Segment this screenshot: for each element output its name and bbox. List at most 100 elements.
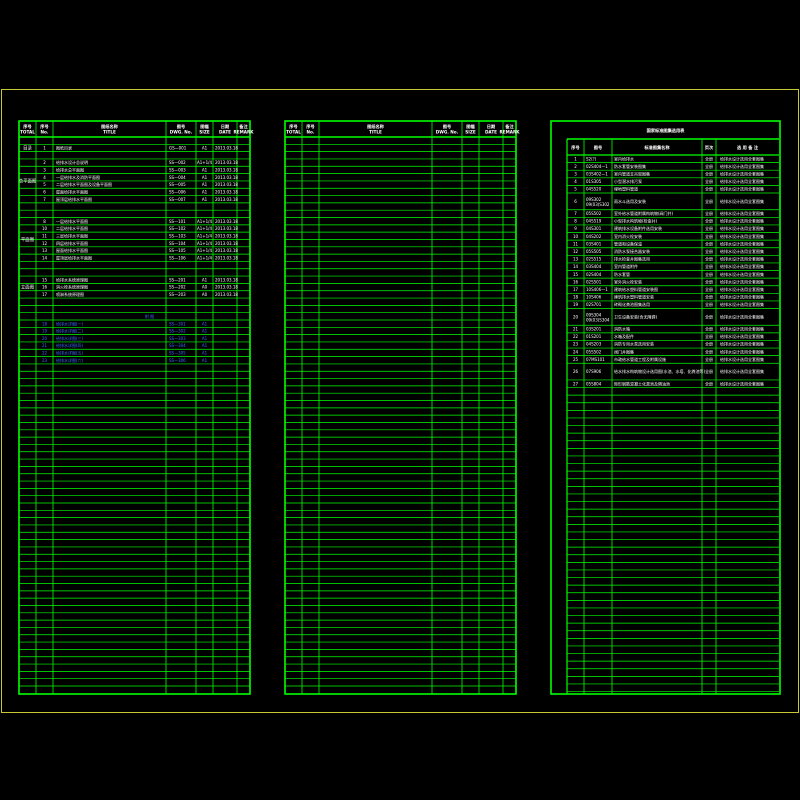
drawing-title: 给排水系统原理图	[56, 276, 88, 282]
atlas-page: 全册	[705, 163, 713, 169]
atlas-name: 市政给水管道工程及附属设施	[614, 356, 666, 362]
header-sublabel: DATE	[485, 130, 497, 135]
atlas-page: 全册	[705, 210, 713, 216]
atlas-note: 给排水设计选用全套图集	[720, 313, 764, 319]
atlas-row-number: 22	[573, 334, 579, 339]
drawing-date: 2013.03.18	[215, 219, 238, 224]
drawing-number: SS—101	[169, 219, 186, 224]
atlas-note: 给排水设计选用全套图集	[720, 240, 764, 246]
atlas-note: 给排水设计选用全套图集	[720, 163, 764, 169]
appendix-row-number: 18	[42, 321, 48, 326]
atlas-page: 全册	[705, 301, 713, 307]
appendix-size: A1	[202, 358, 208, 363]
drawing-date: 2013.03.18	[215, 255, 238, 260]
row-number: 5	[43, 182, 46, 187]
atlas-row-number: 10	[573, 234, 579, 239]
atlas-note: 给排水设计选用全套图集	[720, 155, 764, 161]
standard-atlas-table: 国家标准图集选用表序号 图号 标准图集名称 页次选 用 备 注1 S2(?) 室内给排水全…	[550, 120, 781, 695]
atlas-name: 建筑给水塑料管道安装图	[614, 286, 658, 292]
drawing-title: 喷淋系统原理图	[56, 291, 84, 297]
header-sublabel: TITLE	[103, 130, 116, 135]
row-number: 3	[43, 168, 46, 173]
atlas-page: 全册	[705, 233, 713, 239]
row-number: 11	[42, 233, 48, 238]
atlas-note: 给排水设计选用全套图集	[720, 178, 764, 184]
header-sublabel: TOTAL	[286, 130, 301, 135]
drawing-size: A1+1/4	[197, 160, 213, 165]
atlas-page: 全册	[705, 348, 713, 354]
atlas-row-number: 23	[573, 342, 579, 347]
row-number: 1	[43, 146, 46, 151]
atlas-row-number: 16	[573, 279, 579, 284]
atlas-note: 给排水设计选用全套图集	[720, 301, 764, 307]
atlas-name: 建筑排水设备附件选用安装	[614, 225, 662, 231]
drawing-number: SS—203	[169, 292, 186, 297]
atlas-page: 全册	[705, 155, 713, 161]
atlas-row-number: 13	[573, 257, 579, 262]
appendix-row-number: 20	[42, 336, 48, 341]
atlas-row-number: 9	[574, 226, 577, 231]
appendix-row-number: 22	[42, 351, 48, 356]
drawing-number: SS—007	[169, 197, 186, 202]
appendix-size: A1	[202, 321, 208, 326]
atlas-page: 全册	[705, 263, 713, 269]
atlas-code: 07S906	[586, 369, 602, 374]
atlas-name: 阀门井图集	[614, 348, 634, 354]
drawing-title: 二层给排水平面图	[56, 225, 88, 231]
drawing-title: 三层给排水平面图	[56, 232, 88, 238]
atlas-row-number: 21	[573, 327, 579, 332]
drawing-number: GS—001	[169, 146, 187, 151]
atlas-row-number: 26	[573, 369, 579, 374]
atlas-row-number: 5	[574, 187, 577, 192]
atlas-code: 01S201	[586, 334, 602, 339]
drawing-number: SS—201	[169, 277, 186, 282]
atlas-note: 给排水设计选用全套图集	[720, 186, 764, 192]
atlas-name: 室内给排水	[614, 155, 634, 161]
group-label: 目录	[23, 144, 32, 151]
drawing-title: 给排水总平面图	[56, 167, 84, 173]
atlas-page: 全册	[705, 278, 713, 284]
atlas-page: 全册	[705, 256, 713, 262]
drawing-date: 2013.03.18	[215, 197, 238, 202]
drawing-date: 2013.03.18	[215, 182, 238, 187]
atlas-note: 给排水设计选用全套图集	[720, 198, 764, 204]
atlas-note: 给排水设计选用全套图集	[720, 294, 764, 300]
header-sublabel: SIZE	[199, 130, 210, 135]
drawing-canvas: 序号TOTAL序号No.图纸名称TITLE图号DWG. No.图幅SIZE日期D…	[18, 120, 781, 695]
atlas-row-number: 6	[574, 199, 577, 204]
atlas-note: 给排水设计选用全套图集	[720, 380, 764, 386]
header-sublabel: SIZE	[465, 130, 476, 135]
appendix-number: SS—303	[169, 336, 186, 341]
atlas-note: 给排水设计选用全套图集	[720, 278, 764, 284]
drawing-title: 一层给排水平面图	[56, 218, 88, 224]
atlas-code: 04S519	[586, 219, 602, 224]
atlas-row-number: 1	[574, 156, 577, 161]
header-label: 序号	[571, 144, 579, 151]
atlas-name: 建筑排水塑料管道安装	[614, 294, 654, 300]
drawing-size: A1	[202, 146, 208, 151]
row-number: 16	[42, 285, 48, 290]
row-number: 7	[43, 197, 46, 202]
atlas-code: 05S804	[586, 381, 602, 386]
appendix-title: 给排水详图(一)	[56, 320, 84, 326]
row-number: 8	[43, 219, 46, 224]
row-number: 12	[42, 241, 48, 246]
atlas-code: 09(03)S304	[586, 317, 610, 322]
atlas-note: 给排水设计选用全套图集	[720, 341, 764, 347]
atlas-name: 小型潜水排污泵	[614, 178, 642, 184]
atlas-page: 全册	[705, 171, 713, 177]
atlas-page: 全册	[705, 313, 713, 319]
atlas-row-number: 17	[573, 287, 579, 292]
atlas-row-number: 12	[573, 249, 579, 254]
drawing-date: 2013.03.18	[215, 160, 238, 165]
appendix-size: A1	[202, 336, 208, 341]
header-label: 标准图集名称	[643, 144, 670, 151]
atlas-name: 室外给水管道附属构筑物(阀门井)	[614, 210, 674, 216]
appendix-title: 给排水详图(三)	[56, 335, 84, 341]
atlas-page: 全册	[705, 240, 713, 246]
atlas-row-number: 27	[573, 381, 579, 386]
atlas-name: 防水套管安装图集	[614, 163, 646, 169]
atlas-code: 10S406—1	[586, 287, 608, 292]
atlas-page: 全册	[705, 294, 713, 300]
group-label: 立面图	[21, 284, 35, 291]
